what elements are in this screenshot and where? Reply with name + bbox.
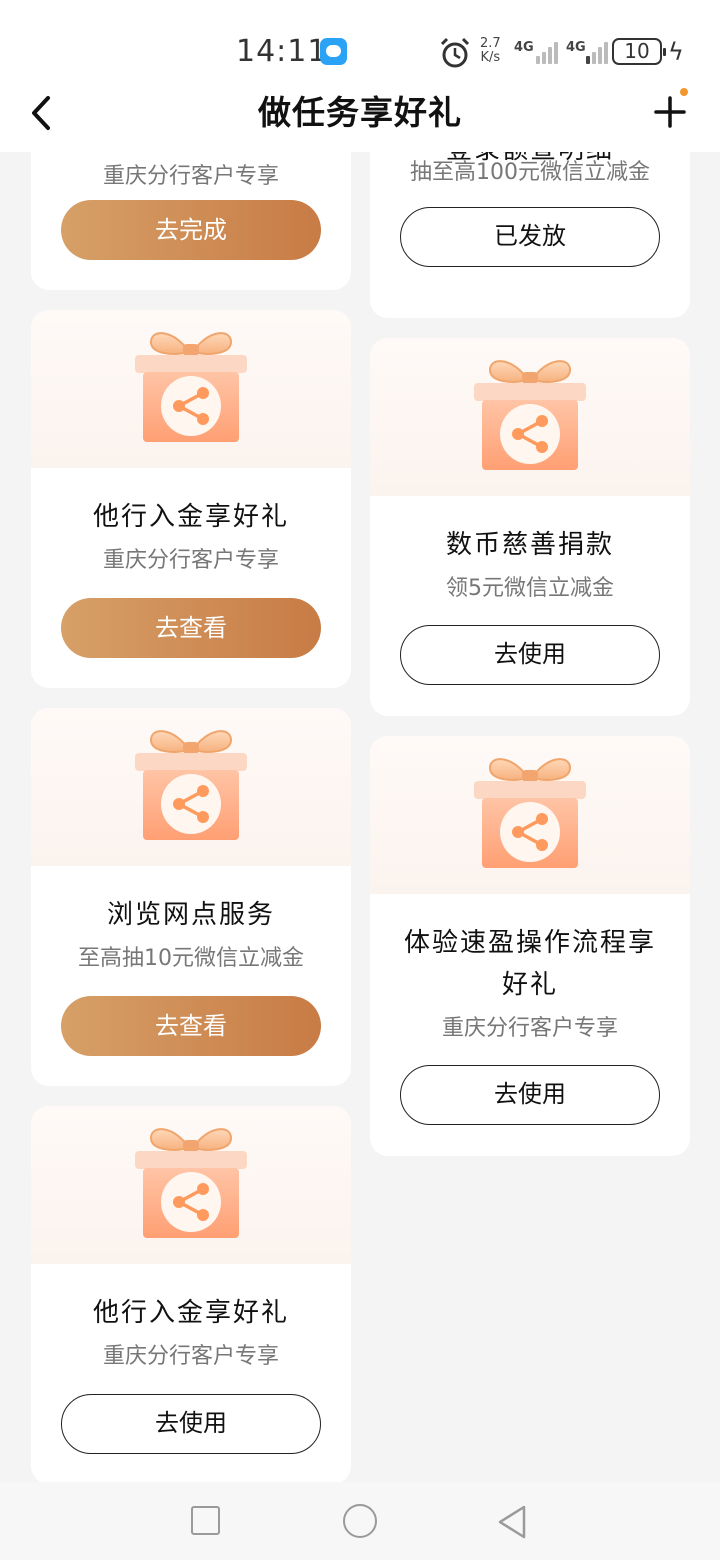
gift-share-icon (464, 748, 596, 872)
card-image (370, 736, 690, 894)
card-subtitle: 重庆分行客户专享 (441, 1016, 618, 1041)
card-subtitle: 重庆分行客户专享 (102, 1344, 279, 1369)
charging-icon: ϟ (668, 38, 684, 66)
task-grid: 重庆分行客户专享 去完成 他行入金享好礼 重庆分行客户专享 去查看 浏览网点服务… (0, 152, 720, 1482)
circle-icon[interactable] (343, 1504, 377, 1538)
task-card: 他行入金享好礼 重庆分行客户专享 去使用 (31, 1106, 351, 1482)
card-subtitle: 抽至高100元微信立减金 (410, 160, 650, 185)
gift-share-icon (125, 1118, 257, 1242)
task-card: 浏览网点服务 至高抽10元微信立减金 去查看 (31, 708, 351, 1086)
issued-button[interactable]: 已发放 (400, 207, 660, 267)
card-title: 体验速盈操作流程享好礼 (403, 928, 656, 1000)
use-button[interactable]: 去使用 (400, 625, 660, 685)
card-title: 他行入金享好礼 (92, 502, 289, 532)
use-button[interactable]: 去使用 (400, 1065, 660, 1125)
signal-icon-2 (586, 40, 608, 64)
task-card: 登录额查明细 抽至高100元微信立减金 已发放 (370, 152, 690, 318)
network-speed: 2.7 K/s (480, 36, 501, 65)
card-subtitle: 领5元微信立减金 (446, 576, 614, 601)
view-button[interactable]: 去查看 (61, 598, 321, 658)
status-bar: 14:11 2.7 K/s 4G 4G 10 ϟ (0, 0, 720, 82)
header: 做任务享好礼 (0, 82, 720, 152)
card-image (31, 1106, 351, 1264)
network-type-1: 4G (514, 40, 534, 55)
signal-icon-1 (536, 40, 558, 64)
gift-share-icon (464, 350, 596, 474)
message-app-icon (320, 38, 347, 65)
card-subtitle: 重庆分行客户专享 (102, 548, 279, 573)
network-type-2: 4G (566, 40, 586, 55)
gift-share-icon (125, 322, 257, 446)
card-subtitle: 重庆分行客户专享 (102, 164, 279, 189)
battery-icon: 10 (612, 38, 666, 65)
page-title: 做任务享好礼 (258, 93, 462, 132)
use-button[interactable]: 去使用 (61, 1394, 321, 1454)
status-time: 14:11 (236, 34, 328, 69)
task-card: 数币慈善捐款 领5元微信立减金 去使用 (370, 338, 690, 716)
card-image (370, 338, 690, 496)
view-button[interactable]: 去查看 (61, 996, 321, 1056)
gift-share-icon (125, 720, 257, 844)
complete-button[interactable]: 去完成 (61, 200, 321, 260)
task-card: 重庆分行客户专享 去完成 (31, 152, 351, 290)
task-card: 体验速盈操作流程享好礼 重庆分行客户专享 去使用 (370, 736, 690, 1156)
notification-dot (680, 88, 688, 96)
card-image (31, 310, 351, 468)
card-title: 浏览网点服务 (106, 900, 275, 930)
card-title: 数币慈善捐款 (445, 530, 614, 560)
square-icon[interactable] (191, 1506, 220, 1535)
task-card: 他行入金享好礼 重庆分行客户专享 去查看 (31, 310, 351, 688)
card-image (31, 708, 351, 866)
alarm-icon (440, 37, 470, 68)
system-nav-bar (0, 1482, 720, 1560)
triangle-back-icon[interactable] (496, 1504, 528, 1540)
card-subtitle: 至高抽10元微信立减金 (78, 946, 304, 971)
card-title: 他行入金享好礼 (92, 1298, 289, 1328)
